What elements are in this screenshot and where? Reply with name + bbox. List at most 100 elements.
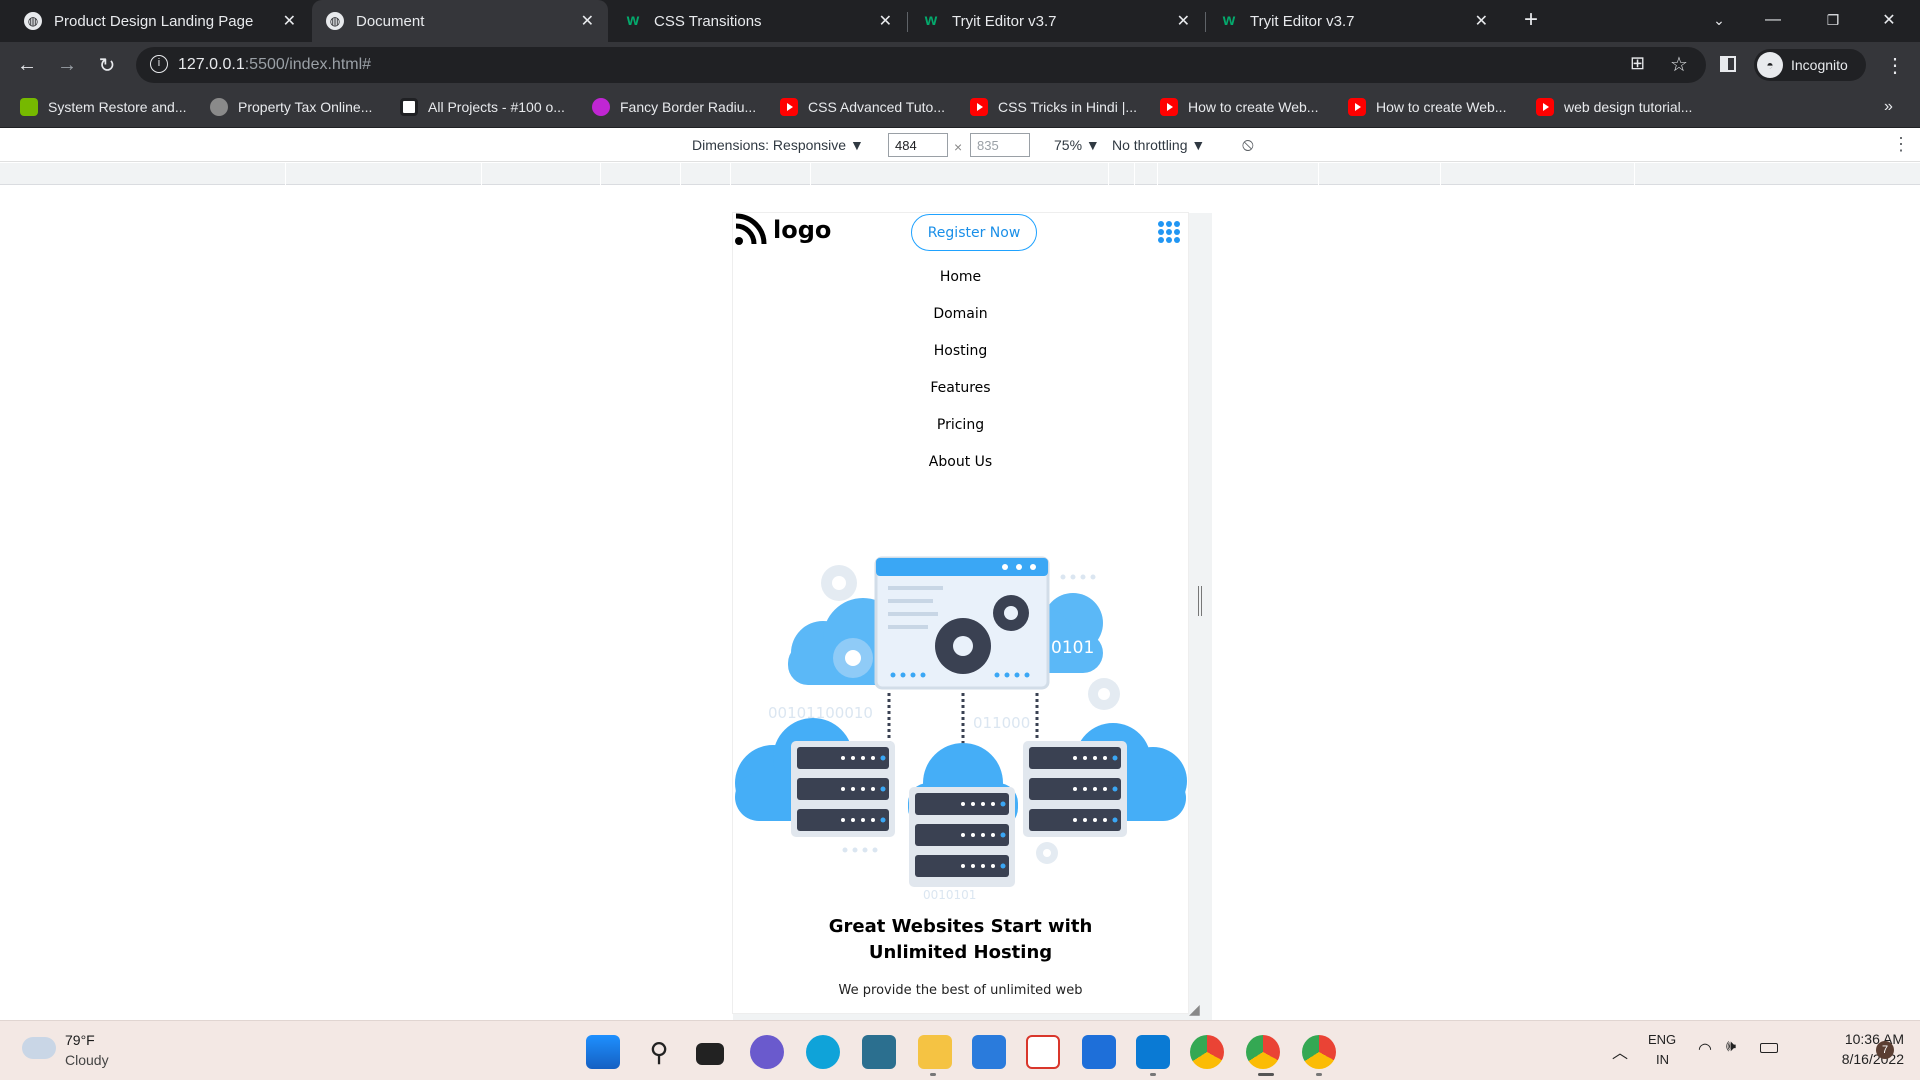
resize-corner-icon[interactable]: ◢ <box>1189 1001 1200 1018</box>
lang-top[interactable]: ENG <box>1648 1032 1676 1047</box>
menu-kebab-icon[interactable]: ⋮ <box>1880 50 1910 80</box>
start-menu-icon[interactable] <box>586 1035 620 1069</box>
rss-logo-icon <box>735 213 767 245</box>
device-toolbar: Dimensions: Responsive ▼ × 75% ▼ No thro… <box>0 128 1920 162</box>
tab-document[interactable]: ◍ Document ✕ <box>312 0 608 42</box>
tab-css-transitions[interactable]: w CSS Transitions ✕ <box>610 0 906 42</box>
close-tab-icon[interactable]: ✕ <box>1177 11 1190 31</box>
task-view-icon[interactable] <box>696 1043 724 1065</box>
bookmark-item[interactable]: How to create Web... <box>1348 98 1506 116</box>
hero-subtitle: We provide the best of unlimited web <box>838 983 1083 998</box>
taskbar: 79°F Cloudy ⚲ ︿ ENG IN ◠ 🕪 10:36 AM 8/16… <box>0 1020 1920 1080</box>
battery-icon[interactable] <box>1760 1043 1778 1053</box>
side-panel-icon[interactable] <box>1720 56 1736 72</box>
minimize-button[interactable]: — <box>1750 0 1796 40</box>
chrome-profile-icon[interactable] <box>1246 1035 1280 1069</box>
device-menu-kebab-icon[interactable]: ⋮ <box>1892 134 1910 155</box>
tab-search-button[interactable]: ⌄ <box>1696 0 1742 40</box>
weather-temp[interactable]: 79°F <box>65 1032 95 1048</box>
dimensions-dropdown[interactable]: Dimensions: Responsive ▼ <box>692 137 864 153</box>
mail-icon[interactable] <box>1082 1035 1116 1069</box>
site-logo[interactable]: logo <box>733 213 831 247</box>
youtube-icon <box>1536 98 1554 116</box>
tab-tryit-2[interactable]: w Tryit Editor v3.7 ✕ <box>1206 0 1502 42</box>
register-button[interactable]: Register Now <box>911 214 1037 251</box>
nav-item-features[interactable]: Features <box>733 376 1188 413</box>
tab-tryit-1[interactable]: w Tryit Editor v3.7 ✕ <box>908 0 1204 42</box>
resize-handle-right[interactable] <box>1188 213 1212 1013</box>
edge-browser-icon[interactable] <box>806 1035 840 1069</box>
zoom-dropdown[interactable]: 75% ▼ <box>1054 137 1100 153</box>
volume-icon[interactable]: 🕪 <box>1726 1038 1736 1056</box>
youtube-icon <box>1348 98 1366 116</box>
tab-title: Tryit Editor v3.7 <box>1250 12 1355 30</box>
bookmark-item[interactable]: web design tutorial... <box>1536 98 1692 116</box>
url-text: 127.0.0.1:5500/index.html# <box>178 56 372 73</box>
youtube-icon <box>1160 98 1178 116</box>
nav-item-hosting[interactable]: Hosting <box>733 339 1188 376</box>
cloudy-weather-icon <box>22 1037 56 1059</box>
nav-item-home[interactable]: Home <box>733 265 1188 302</box>
w3schools-icon: w <box>626 12 640 29</box>
youtube-icon <box>970 98 988 116</box>
file-explorer-icon[interactable] <box>918 1035 952 1069</box>
hero-title: Great Websites Start with Unlimited Host… <box>828 916 1093 963</box>
rotate-icon[interactable]: ⦸ <box>1242 134 1254 155</box>
forward-arrow-icon[interactable]: → <box>52 50 82 80</box>
chevron-up-icon[interactable]: ︿ <box>1612 1039 1628 1063</box>
bookmark-item[interactable]: CSS Advanced Tuto... <box>780 98 945 116</box>
info-icon[interactable]: i <box>150 55 168 73</box>
lang-bottom[interactable]: IN <box>1656 1052 1669 1067</box>
tab-product-design[interactable]: ◍ Product Design Landing Page ✕ <box>10 0 310 42</box>
tab-title: Document <box>356 12 425 30</box>
viewport-stage: ◢ logo Register Now Home Domain Hosting … <box>0 186 1920 1020</box>
nav-item-domain[interactable]: Domain <box>733 302 1188 339</box>
bookmark-item[interactable]: How to create Web... <box>1160 98 1318 116</box>
app-grid-menu-icon[interactable] <box>1158 221 1180 243</box>
bookmark-item[interactable]: Property Tax Online... <box>210 98 372 116</box>
back-arrow-icon[interactable]: ← <box>12 50 42 80</box>
ms-store-icon[interactable] <box>972 1035 1006 1069</box>
star-icon[interactable]: ☆ <box>1670 52 1688 77</box>
vscode-icon[interactable] <box>1136 1035 1170 1069</box>
bookmark-item[interactable]: Fancy Border Radiu... <box>592 98 756 116</box>
nav-item-pricing[interactable]: Pricing <box>733 413 1188 450</box>
media-query-bar[interactable] <box>0 163 1920 185</box>
chrome-icon[interactable] <box>1190 1035 1224 1069</box>
binary-text: 0101 <box>1051 638 1094 658</box>
close-tab-icon[interactable]: ✕ <box>879 11 892 31</box>
nav-item-about-us[interactable]: About Us <box>733 450 1188 487</box>
search-icon[interactable]: ⚲ <box>642 1035 676 1069</box>
incognito-button[interactable]: ◓ Incognito <box>1754 49 1866 81</box>
incognito-label: Incognito <box>1791 57 1848 73</box>
logo-text: logo <box>773 216 832 244</box>
bookmark-item[interactable]: All Projects - #100 o... <box>400 98 565 116</box>
viewport-width-input[interactable] <box>888 133 948 157</box>
chrome-profile-icon[interactable] <box>1302 1035 1336 1069</box>
close-window-button[interactable]: ✕ <box>1866 0 1912 40</box>
wifi-icon[interactable]: ◠ <box>1698 1039 1712 1059</box>
bookmark-item[interactable]: CSS Tricks in Hindi |... <box>970 98 1137 116</box>
more-bookmarks-icon[interactable]: » <box>1884 98 1893 116</box>
close-tab-icon[interactable]: ✕ <box>1475 11 1488 31</box>
reload-icon[interactable]: ↻ <box>92 50 122 80</box>
address-bar[interactable]: i 127.0.0.1:5500/index.html# ⊞ ☆ <box>136 47 1706 83</box>
notification-badge[interactable]: 7 <box>1876 1041 1894 1059</box>
new-tab-button[interactable]: + <box>1508 0 1554 40</box>
viewport-height-input[interactable] <box>970 133 1030 157</box>
sublime-like-icon[interactable] <box>862 1035 896 1069</box>
globe-icon: ◍ <box>326 12 344 30</box>
cloud-hosting-illustration: 00101100010 011000 0101 0010101 <box>735 556 1187 902</box>
teams-chat-icon[interactable] <box>750 1035 784 1069</box>
throttling-dropdown[interactable]: No throttling ▼ <box>1112 137 1205 153</box>
w3schools-icon: w <box>1222 12 1236 29</box>
qr-code-icon[interactable]: ⊞ <box>1630 53 1645 74</box>
weather-desc[interactable]: Cloudy <box>65 1052 109 1068</box>
gift-app-icon[interactable] <box>1026 1035 1060 1069</box>
tab-title: Tryit Editor v3.7 <box>952 12 1057 30</box>
w3schools-icon: w <box>924 12 938 29</box>
close-tab-icon[interactable]: ✕ <box>283 11 296 31</box>
restore-button[interactable]: ❐ <box>1810 0 1856 40</box>
bookmark-item[interactable]: System Restore and... <box>20 98 187 116</box>
close-tab-icon[interactable]: ✕ <box>581 11 594 31</box>
